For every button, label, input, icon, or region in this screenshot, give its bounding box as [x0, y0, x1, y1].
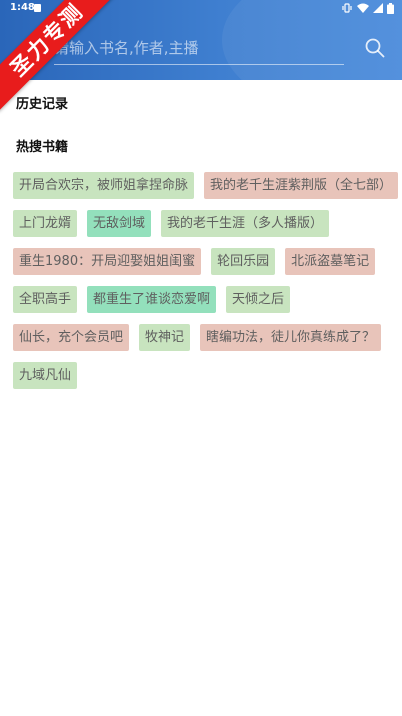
status-time: 1:48 [10, 2, 35, 13]
search-input[interactable] [54, 34, 344, 62]
hot-book-tag[interactable]: 全职高手 [13, 286, 78, 313]
search-button[interactable] [364, 37, 386, 59]
hot-book-tag[interactable]: 北派盗墓笔记 [285, 248, 376, 275]
hot-book-tag[interactable]: 我的老千生涯紫荆版（全七部） [204, 172, 399, 199]
hot-book-tag[interactable]: 都重生了谁谈恋爱啊 [87, 286, 217, 313]
hot-book-tag[interactable]: 瞎编功法，徒儿你真练成了？ [200, 324, 382, 351]
hot-book-tag[interactable]: 开局合欢宗，被师姐拿捏命脉 [13, 172, 195, 199]
search-bar [54, 34, 344, 65]
search-underline [54, 64, 344, 65]
hot-books-list: 开局合欢宗，被师姐拿捏命脉 我的老千生涯紫荆版（全七部） 上门龙婿 无敌剑域 我… [13, 172, 402, 389]
notification-icon [34, 4, 41, 12]
hot-book-tag[interactable]: 仙长，充个会员吧 [13, 324, 130, 351]
hot-book-tag[interactable]: 上门龙婿 [13, 210, 78, 237]
hot-book-tag[interactable]: 牧神记 [139, 324, 191, 351]
history-section-title: 历史记录 [16, 97, 69, 112]
hot-book-tag[interactable]: 重生1980：开局迎娶姐姐闺蜜 [13, 248, 202, 275]
signal-icon [373, 3, 383, 13]
hot-book-tag[interactable]: 无敌剑域 [87, 210, 152, 237]
status-icons [341, 2, 394, 14]
hot-book-tag[interactable]: 天倾之后 [226, 286, 291, 313]
hot-book-tag[interactable]: 我的老千生涯（多人播版） [161, 210, 330, 237]
wifi-icon [357, 3, 369, 13]
vibrate-icon [342, 3, 352, 13]
search-icon [365, 38, 385, 58]
battery-icon [387, 2, 394, 14]
hot-book-tag[interactable]: 轮回乐园 [211, 248, 276, 275]
hot-book-tag[interactable]: 九域凡仙 [13, 362, 78, 389]
hot-books-section-title: 热搜书籍 [16, 140, 69, 155]
